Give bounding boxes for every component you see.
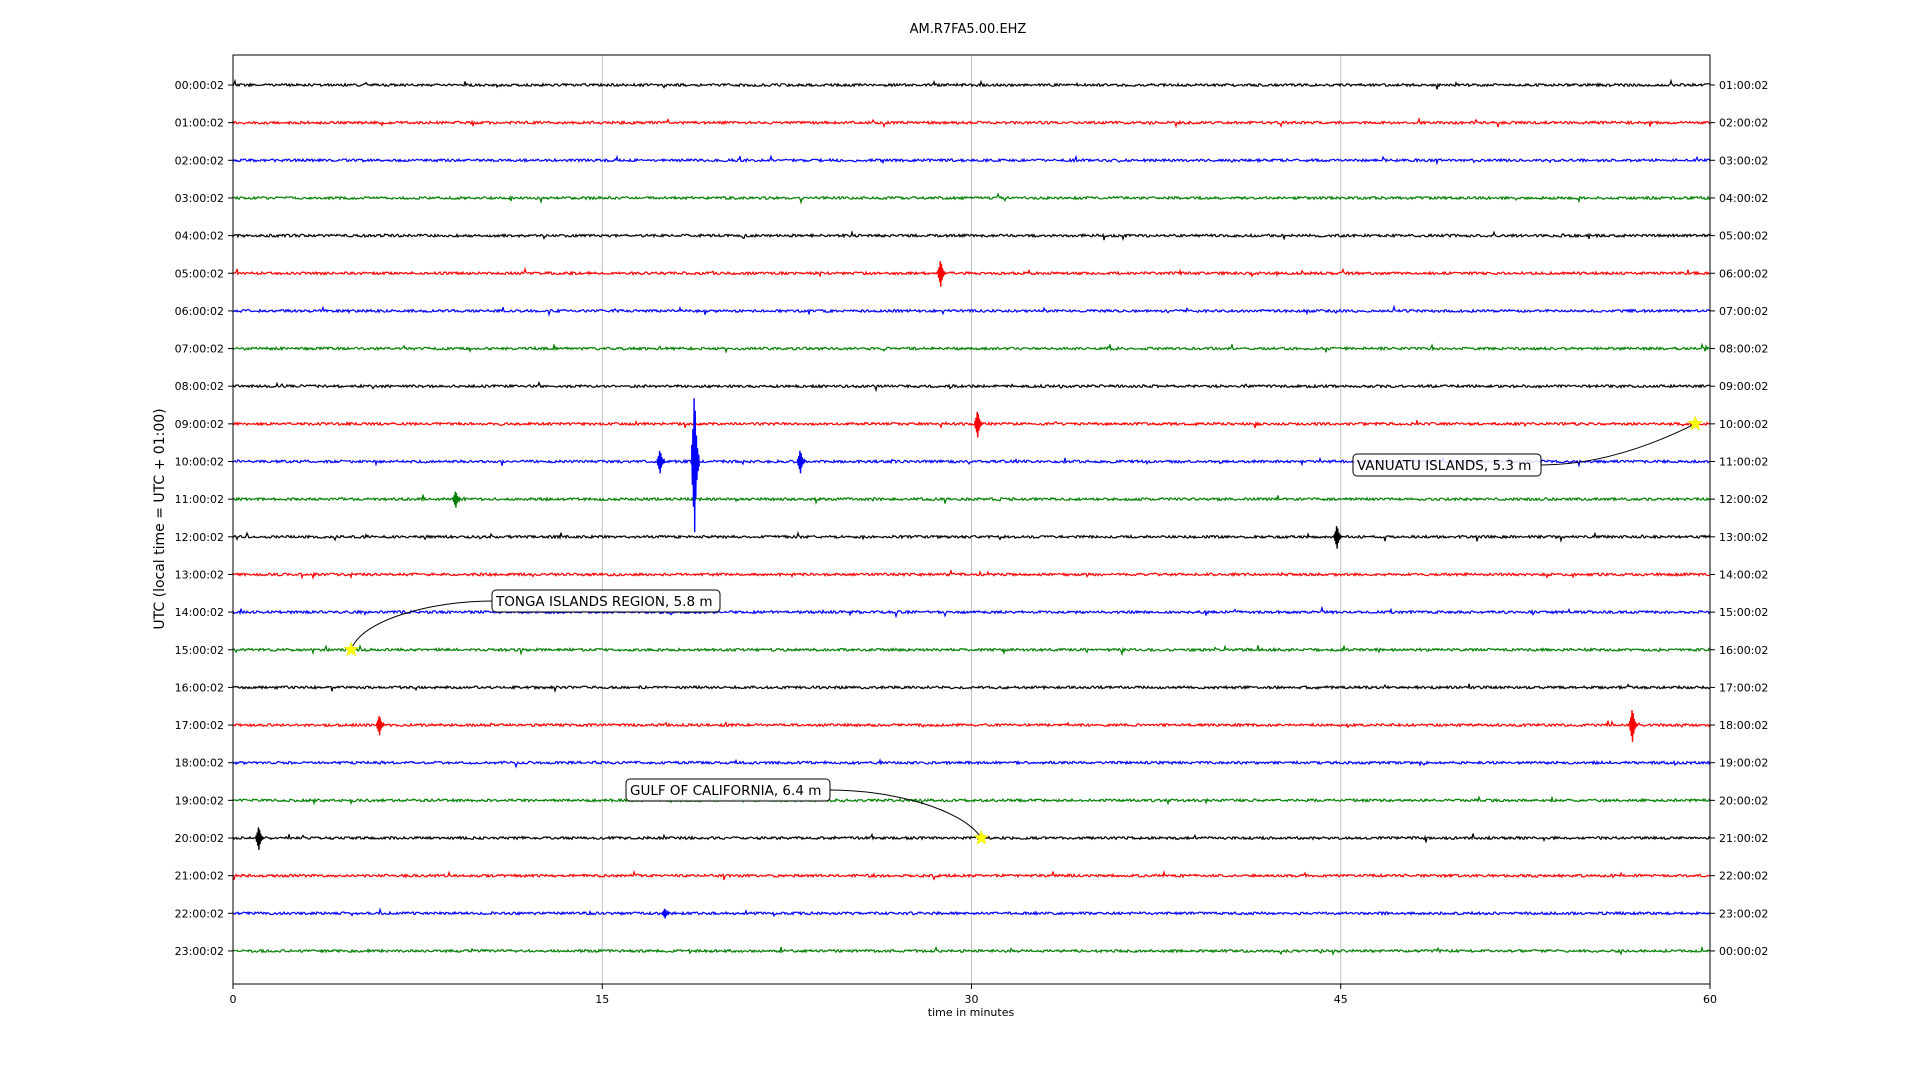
x-tick-label: 30 [965, 993, 979, 1006]
row-label-right: 02:00:02 [1719, 117, 1768, 130]
y-axis-label: UTC (local time = UTC + 01:00) [152, 408, 168, 629]
event-label: VANUATU ISLANDS, 5.3 m [1357, 458, 1531, 474]
row-label-right: 14:00:02 [1719, 568, 1768, 581]
row-label-left: 12:00:02 [175, 531, 224, 544]
row-label-right: 19:00:02 [1719, 757, 1768, 770]
x-tick-label: 0 [230, 993, 237, 1006]
row-label-right: 17:00:02 [1719, 681, 1768, 694]
chart-title: AM.R7FA5.00.EHZ [910, 22, 1027, 37]
x-tick-label: 60 [1703, 993, 1717, 1006]
event-label: TONGA ISLANDS REGION, 5.8 m [495, 594, 713, 610]
row-label-right: 13:00:02 [1719, 531, 1768, 544]
row-label-left: 22:00:02 [175, 907, 224, 920]
x-tick-label: 15 [595, 993, 609, 1006]
row-label-left: 07:00:02 [175, 343, 224, 356]
row-label-left: 16:00:02 [175, 681, 224, 694]
row-label-right: 22:00:02 [1719, 870, 1768, 883]
row-label-right: 00:00:02 [1719, 945, 1768, 958]
row-label-left: 11:00:02 [175, 493, 224, 506]
x-tick-label: 45 [1334, 993, 1348, 1006]
helicorder-chart: AM.R7FA5.00.EHZ 0 15 30 45 60 00:00:02 01:00:0… [152, 22, 1768, 1019]
row-label-left: 10:00:02 [175, 456, 224, 469]
row-label-left: 03:00:02 [175, 192, 224, 205]
row-label-right: 03:00:02 [1719, 154, 1768, 167]
row-label-right: 16:00:02 [1719, 644, 1768, 657]
row-label-right: 05:00:02 [1719, 230, 1768, 243]
row-label-left: 15:00:02 [175, 644, 224, 657]
row-label-left: 23:00:02 [175, 945, 224, 958]
row-label-right: 07:00:02 [1719, 305, 1768, 318]
row-label-right: 18:00:02 [1719, 719, 1768, 732]
row-label-left: 04:00:02 [175, 230, 224, 243]
row-label-right: 20:00:02 [1719, 794, 1768, 807]
row-label-right: 10:00:02 [1719, 418, 1768, 431]
row-label-left: 00:00:02 [175, 79, 224, 92]
row-label-right: 15:00:02 [1719, 606, 1768, 619]
row-label-left: 17:00:02 [175, 719, 224, 732]
row-label-left: 19:00:02 [175, 794, 224, 807]
row-label-left: 05:00:02 [175, 267, 224, 280]
row-label-left: 01:00:02 [175, 117, 224, 130]
row-label-left: 14:00:02 [175, 606, 224, 619]
row-label-right: 12:00:02 [1719, 493, 1768, 506]
event-label: GULF OF CALIFORNIA, 6.4 m [630, 783, 821, 799]
row-label-left: 02:00:02 [175, 154, 224, 167]
row-label-left: 09:00:02 [175, 418, 224, 431]
row-label-right: 23:00:02 [1719, 907, 1768, 920]
row-label-left: 13:00:02 [175, 568, 224, 581]
row-label-left: 21:00:02 [175, 870, 224, 883]
row-label-right: 08:00:02 [1719, 343, 1768, 356]
row-label-right: 01:00:02 [1719, 79, 1768, 92]
row-label-right: 06:00:02 [1719, 267, 1768, 280]
row-label-right: 09:00:02 [1719, 380, 1768, 393]
row-label-left: 18:00:02 [175, 757, 224, 770]
row-label-left: 06:00:02 [175, 305, 224, 318]
row-label-right: 11:00:02 [1719, 456, 1768, 469]
row-label-right: 21:00:02 [1719, 832, 1768, 845]
row-label-left: 08:00:02 [175, 380, 224, 393]
x-axis-label: time in minutes [928, 1006, 1015, 1019]
row-label-left: 20:00:02 [175, 832, 224, 845]
row-label-right: 04:00:02 [1719, 192, 1768, 205]
